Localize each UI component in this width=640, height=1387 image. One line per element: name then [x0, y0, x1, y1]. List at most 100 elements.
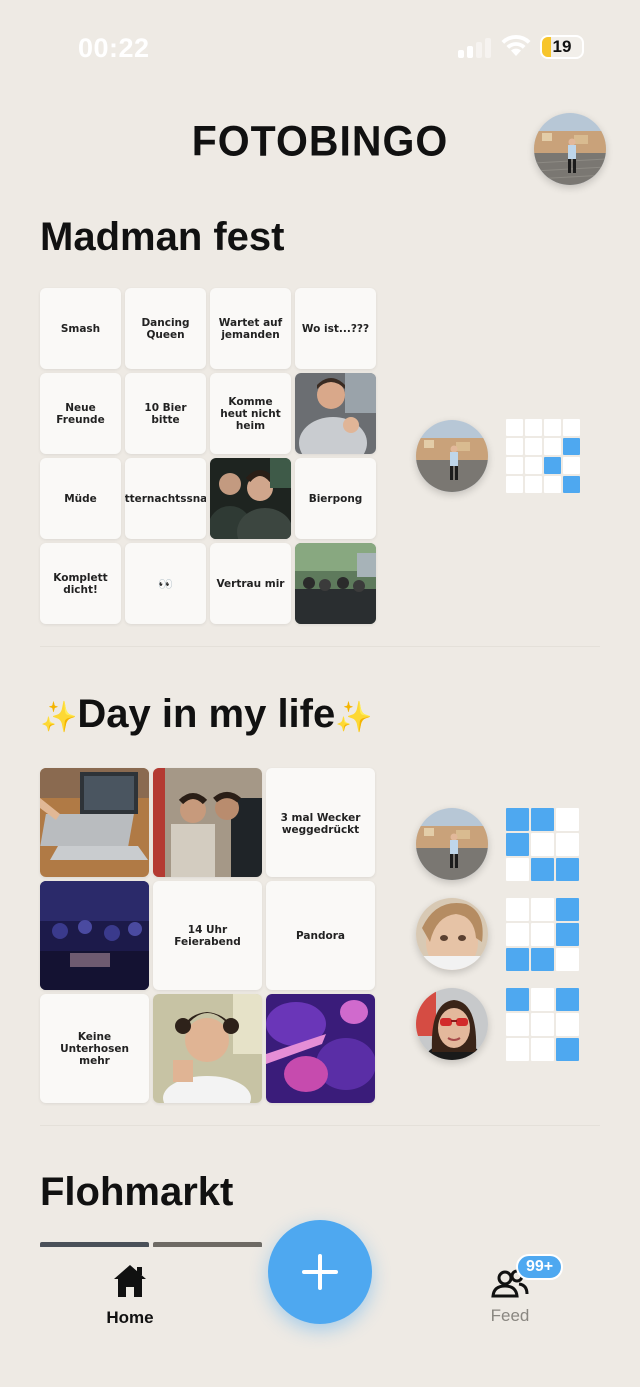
battery-level: 19 [552, 37, 572, 56]
progress-mini-grid [506, 898, 579, 971]
progress-cell-empty [531, 833, 554, 856]
participant-avatar [416, 808, 488, 880]
tile-label: Wartet auf jemanden [218, 316, 283, 341]
tile-label: Smash [60, 322, 101, 335]
tile-label: Vertrau mir [216, 577, 285, 590]
progress-cell-empty [506, 476, 523, 493]
tile-label: 👀 [158, 576, 173, 591]
participant-avatar [416, 988, 488, 1060]
bingo-tile[interactable]: 👀 [125, 543, 206, 624]
progress-cell-empty [563, 419, 580, 436]
progress-cell-filled [531, 808, 554, 831]
battery-icon: 19 [540, 35, 584, 59]
progress-cell-empty [531, 1038, 554, 1061]
bingo-tile-photo[interactable] [266, 994, 375, 1103]
add-button[interactable] [268, 1220, 372, 1324]
progress-cell-empty [506, 457, 523, 474]
progress-cell-empty [544, 438, 561, 455]
progress-cell-empty [525, 419, 542, 436]
bingo-tile-photo[interactable] [210, 458, 291, 539]
progress-cell-empty [556, 1013, 579, 1036]
bingo-tile[interactable]: Mitternachtssnack [125, 458, 206, 539]
progress-cell-filled [556, 988, 579, 1011]
tile-label: Keine Unterhosen mehr [60, 1030, 129, 1067]
progress-cell-empty [544, 419, 561, 436]
tile-label: Komme heut nicht heim [220, 395, 281, 432]
progress-cell-empty [563, 457, 580, 474]
bingo-tile[interactable]: 3 mal Wecker weggedrückt [266, 768, 375, 877]
progress-cell-empty [506, 1038, 529, 1061]
notification-badge: 99+ [516, 1254, 564, 1280]
bingo-tile[interactable]: Komplett dicht! [40, 543, 121, 624]
bingo-tile[interactable]: Bierpong [295, 458, 376, 539]
sparkles-icon: ✨ [335, 701, 373, 734]
progress-cell-filled [506, 833, 529, 856]
bingo-tile[interactable]: Vertrau mir [210, 543, 291, 624]
progress-cell-empty [506, 438, 523, 455]
progress-cell-filled [556, 858, 579, 881]
bingo-tile[interactable]: Smash [40, 288, 121, 369]
progress-cell-empty [556, 808, 579, 831]
progress-cell-empty [506, 858, 529, 881]
progress-mini-grid [506, 988, 579, 1061]
tab-home[interactable]: Home [90, 1262, 170, 1332]
cellular-signal-icon [458, 38, 492, 58]
participant-avatar [416, 898, 488, 970]
bingo-tile[interactable]: Neue Freunde [40, 373, 121, 454]
bingo-tile[interactable]: 14 Uhr Feierabend [153, 881, 262, 990]
bingo-tile[interactable]: Keine Unterhosen mehr [40, 994, 149, 1103]
bingo-tile-photo[interactable] [295, 543, 376, 624]
tab-home-label: Home [106, 1308, 154, 1327]
section-divider [40, 646, 600, 647]
home-icon [114, 1265, 146, 1297]
progress-cell-filled [556, 1038, 579, 1061]
progress-cell-empty [531, 988, 554, 1011]
section-title-flohmarkt: Flohmarkt [40, 1170, 234, 1214]
progress-cell-filled [506, 808, 529, 831]
tile-label: Komplett dicht! [53, 571, 108, 596]
progress-cell-filled [556, 923, 579, 946]
section-title-madman-fest: Madman fest [40, 215, 285, 259]
bingo-tile[interactable]: Pandora [266, 881, 375, 990]
tile-label: Dancing Queen [141, 316, 190, 341]
progress-cell-empty [506, 1013, 529, 1036]
tile-label: Pandora [296, 929, 345, 942]
progress-cell-filled [556, 898, 579, 921]
tile-label: 10 Bier bitte [144, 401, 187, 426]
bingo-tile-photo[interactable] [153, 768, 262, 877]
progress-cell-empty [531, 923, 554, 946]
section-divider [40, 1125, 600, 1126]
tile-label: 14 Uhr Feierabend [174, 923, 241, 948]
bingo-tile-photo[interactable] [40, 768, 149, 877]
status-bar: 00:22 19 [0, 0, 640, 96]
progress-cell-empty [556, 948, 579, 971]
section-title-day-in-my-life: ✨Day in my life✨ [40, 692, 373, 737]
bingo-tile[interactable]: Dancing Queen [125, 288, 206, 369]
progress-cell-empty [506, 419, 523, 436]
progress-cell-filled [531, 858, 554, 881]
tile-label: Wo ist...??? [301, 322, 370, 335]
progress-mini-grid [506, 808, 579, 881]
profile-avatar[interactable] [534, 113, 606, 185]
bingo-tile[interactable]: Müde [40, 458, 121, 539]
status-time: 00:22 [78, 33, 150, 63]
progress-mini-grid [506, 419, 580, 493]
bingo-tile-photo[interactable] [40, 881, 149, 990]
bingo-tile[interactable]: Wo ist...??? [295, 288, 376, 369]
bingo-tile[interactable]: Wartet auf jemanden [210, 288, 291, 369]
progress-cell-filled [531, 948, 554, 971]
section-title-text: Day in my life [77, 692, 336, 736]
wifi-icon [501, 34, 531, 56]
bingo-tile-photo[interactable] [295, 373, 376, 454]
bingo-tile[interactable]: 10 Bier bitte [125, 373, 206, 454]
progress-cell-empty [556, 833, 579, 856]
tab-feed[interactable]: 99+ Feed [470, 1254, 564, 1332]
progress-cell-empty [525, 438, 542, 455]
progress-cell-filled [506, 948, 529, 971]
bingo-tile-photo[interactable] [153, 994, 262, 1103]
progress-cell-empty [506, 898, 529, 921]
progress-cell-empty [506, 923, 529, 946]
progress-cell-empty [525, 476, 542, 493]
bingo-tile[interactable]: Komme heut nicht heim [210, 373, 291, 454]
tile-label: Neue Freunde [56, 401, 105, 426]
